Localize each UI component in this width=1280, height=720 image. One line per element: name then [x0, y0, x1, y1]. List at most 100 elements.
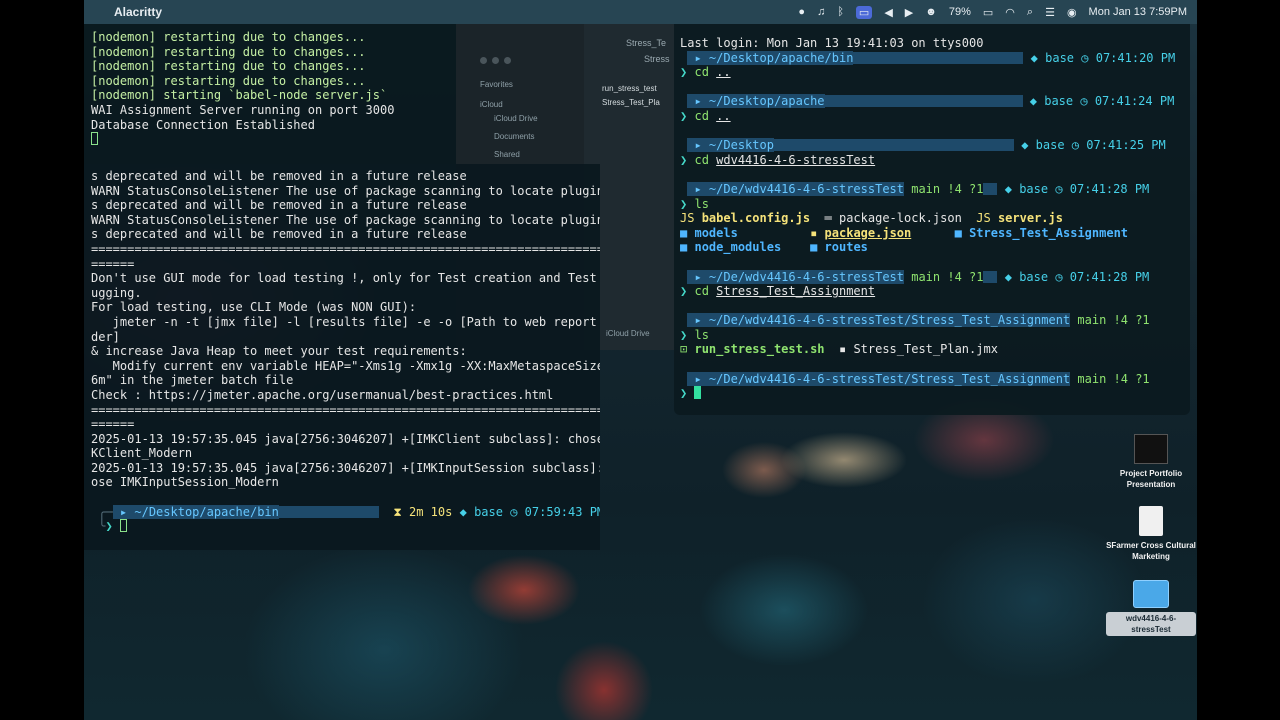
menu-bar: Alacritty ● ♫ ᛒ ▭ ◀ ▶ ☻ 79% ▭ ◠ ⌕ ☰ ◉ Mo…: [84, 0, 1197, 24]
control-center-icon[interactable]: ☰: [1045, 6, 1055, 19]
term2-line: WARN StatusConsoleListener The use of pa…: [91, 212, 600, 227]
prompt-time: 07:41:24 PM: [1094, 94, 1175, 109]
folder-icon: ▸: [694, 313, 709, 328]
term2-line: jmeter -n -t [jmx file] -l [results file…: [91, 314, 600, 329]
command: cd: [694, 65, 709, 80]
prompt-path: ~/De/wdv4416-4-6-stressTest/Stress_Test_…: [708, 313, 1071, 328]
prompt-time: 07:41:28 PM: [1069, 269, 1150, 284]
prompt-time: 07:41:28 PM: [1069, 181, 1150, 196]
term2-line: ugging.: [91, 285, 142, 300]
term2-line: ========================================…: [91, 402, 600, 417]
sidebar-item-icloud-drive[interactable]: iCloud Drive: [494, 114, 538, 123]
screen-mirror-icon[interactable]: ▭: [855, 5, 873, 19]
terminal-shell[interactable]: Last login: Mon Jan 13 19:41:03 on ttys0…: [674, 24, 1190, 415]
desktop-icon-stress-test-folder[interactable]: wdv4416-4-6-stressTest: [1106, 580, 1196, 636]
term2-line: 6m" in the jmeter batch file: [91, 373, 294, 388]
desktop-icon-sfarmer[interactable]: SFarmer Cross Cultural Marketing: [1106, 506, 1196, 562]
prompt-path: ~/Desktop: [708, 138, 774, 153]
term2-line: s deprecated and will be removed in a fu…: [91, 227, 467, 242]
ls-item: package-lock.json: [838, 211, 962, 226]
git-branch: main !4 ?1: [911, 269, 984, 284]
term1-line: Database Connection Established: [91, 117, 315, 132]
ls-item: package.json: [824, 225, 912, 240]
command: cd: [694, 108, 709, 123]
term2-line: ======: [91, 256, 135, 271]
bluetooth-icon[interactable]: ᛒ: [837, 6, 844, 18]
term2-line: Check : https://jmeter.apache.org/userma…: [91, 387, 554, 402]
term2-line: ======: [91, 417, 135, 432]
command-arg: ..: [716, 108, 731, 123]
sidebar-section-favorites: Favorites: [480, 80, 513, 89]
finder-path-bar[interactable]: iCloud Drive: [600, 327, 674, 341]
command-arg: ..: [716, 65, 731, 80]
window-controls[interactable]: [480, 57, 511, 64]
prompt-path: ~/De/wdv4416-4-6-stressTest/Stress_Test_…: [708, 371, 1071, 386]
term2-line: For load testing, use CLI Mode (was NON …: [91, 300, 417, 315]
sidebar-item-documents[interactable]: Documents: [494, 132, 534, 141]
file-stress-test-plan[interactable]: Stress_Test_Pla: [602, 98, 660, 107]
ls-item: models: [694, 225, 738, 240]
sound-icon[interactable]: ♫: [817, 6, 825, 18]
prompt-env: base: [1044, 94, 1074, 109]
hourglass-icon: ⧗: [393, 504, 402, 519]
term2-line: 2025-01-13 19:57:35.045 java[2756:304620…: [91, 431, 600, 446]
term2-line: KClient_Modern: [91, 446, 193, 461]
term2-line: s deprecated and will be removed in a fu…: [91, 169, 467, 183]
prompt-env: base: [1035, 138, 1065, 153]
document-icon: [1139, 506, 1163, 536]
term2-line: ========================================…: [91, 241, 600, 256]
terminal-nodemon[interactable]: [nodemon] restarting due to changes... […: [84, 24, 456, 164]
siri-icon[interactable]: ◉: [1067, 6, 1077, 19]
presentation-icon: [1134, 434, 1168, 464]
ls-item: babel.config.js: [701, 211, 811, 226]
folder-icon: [1133, 580, 1169, 608]
terminal-jmeter[interactable]: s deprecated and will be removed in a fu…: [84, 164, 600, 550]
volume-icon[interactable]: ◀: [884, 6, 892, 19]
play-icon[interactable]: ▶: [905, 6, 913, 19]
ls-item: routes: [824, 240, 868, 255]
prompt-env: base: [1019, 181, 1049, 196]
prompt-path: ~/De/wdv4416-4-6-stressTest: [708, 181, 904, 196]
term2-line: der]: [91, 329, 120, 344]
record-icon[interactable]: ●: [798, 6, 805, 18]
wifi-icon[interactable]: ◠: [1005, 6, 1015, 19]
folder-icon: ▸: [694, 138, 709, 153]
folder-icon: ▸: [694, 371, 709, 386]
menu-clock[interactable]: Mon Jan 13 7:59PM: [1089, 6, 1187, 18]
sidebar-item-shared[interactable]: Shared: [494, 150, 520, 159]
prompt-path: ~/Desktop/apache/bin: [134, 504, 279, 519]
ls-item: server.js: [997, 211, 1063, 226]
term2-line: & increase Java Heap to meet your test r…: [91, 344, 467, 359]
folder-icon: ▸: [694, 94, 709, 109]
apple-icon: [112, 504, 120, 519]
term1-line: [nodemon] restarting due to changes...: [91, 44, 366, 59]
git-branch: main !4 ?1: [1077, 371, 1150, 386]
clock-icon: ◷: [510, 504, 518, 519]
command: cd: [694, 284, 709, 299]
term1-line: [nodemon] restarting due to changes...: [91, 73, 366, 88]
file-run-stress-test[interactable]: run_stress_test: [602, 84, 657, 93]
command-arg: Stress_Test_Assignment: [716, 284, 876, 299]
prompt-time: 07:41:25 PM: [1086, 138, 1166, 153]
search-icon[interactable]: ⌕: [1027, 6, 1033, 19]
folder-icon: ▸: [694, 181, 709, 196]
user-icon[interactable]: ☻: [925, 6, 937, 18]
path-bar-icloud-drive[interactable]: iCloud Drive: [606, 329, 650, 338]
term2-line: Don't use GUI mode for load testing !, o…: [91, 271, 600, 286]
term1-line: WAI Assignment Server running on port 30…: [91, 102, 395, 117]
command: cd: [694, 152, 709, 167]
folder-icon: ▸: [694, 50, 709, 65]
battery-icon[interactable]: ▭: [983, 6, 993, 19]
command: ls: [694, 196, 709, 211]
term2-line: 2025-01-13 19:57:35.045 java[2756:304620…: [91, 460, 600, 475]
term1-line: [nodemon] starting `babel-node server.js…: [91, 88, 388, 103]
terminal-cursor: [694, 386, 702, 400]
term1-line: [nodemon] restarting due to changes...: [91, 30, 366, 44]
git-branch: main !4 ?1: [1077, 313, 1150, 328]
app-menu-name[interactable]: Alacritty: [114, 5, 162, 19]
desktop-icon-project-portfolio[interactable]: Project Portfolio Presentation: [1106, 434, 1196, 490]
terminal-cursor: [119, 519, 127, 533]
command: ls: [694, 327, 709, 342]
prompt-env: base: [474, 504, 503, 519]
term2-line: s deprecated and will be removed in a fu…: [91, 198, 467, 213]
